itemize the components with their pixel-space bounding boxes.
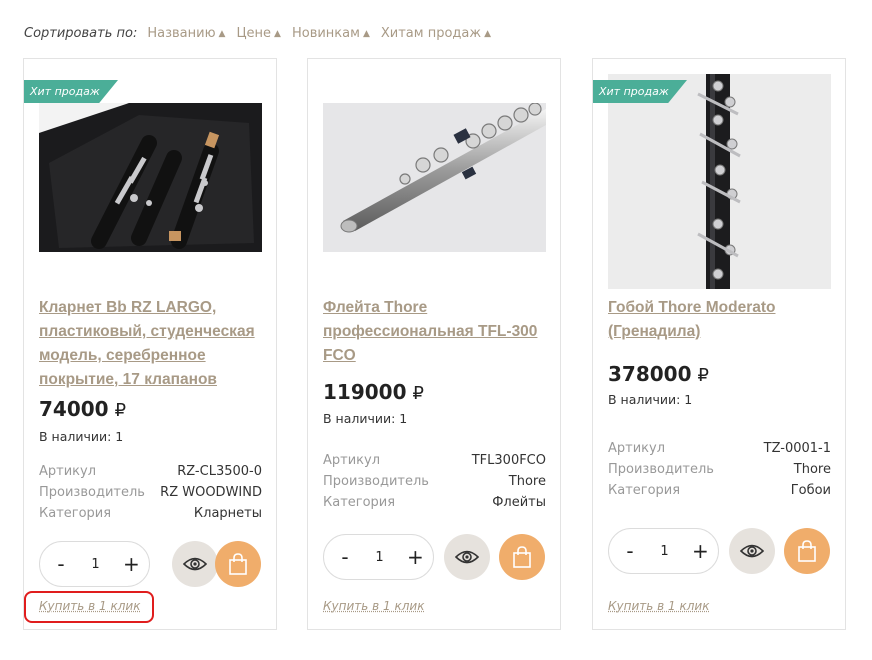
sort-arrow-icon: ▲ xyxy=(362,28,370,39)
prop-value: Thore xyxy=(793,462,831,477)
quantity-stepper: - + xyxy=(608,528,719,574)
prop-key: Артикул xyxy=(323,453,381,468)
prop-value: TFL300FCO xyxy=(471,453,546,468)
qty-minus-button[interactable]: - xyxy=(623,539,637,563)
prop-row-maker: Производитель Thore xyxy=(323,471,546,492)
product-image[interactable] xyxy=(39,103,262,252)
prop-value: RZ WOODWIND xyxy=(160,485,262,500)
sort-by-price[interactable]: Цене ▲ xyxy=(236,26,281,41)
prop-key: Артикул xyxy=(608,441,666,456)
sort-arrow-icon: ▲ xyxy=(218,28,226,39)
prop-value: RZ-CL3500-0 xyxy=(177,464,262,479)
prop-row-maker: Производитель Thore xyxy=(608,459,831,480)
prop-value: Кларнеты xyxy=(193,506,262,521)
prop-key: Категория xyxy=(323,495,396,510)
stock-status: В наличии: 1 xyxy=(608,392,693,407)
sort-by-price-label: Цене xyxy=(236,25,272,41)
product-image[interactable] xyxy=(608,74,831,289)
eye-icon xyxy=(740,544,764,558)
prop-row-sku: Артикул TFL300FCO xyxy=(323,450,546,471)
prop-row-category: Категория Флейты xyxy=(323,492,546,513)
product-card: Хит продаж Кларнет Bb RZ LARGO, пластико… xyxy=(23,58,277,630)
ruble-icon: ₽ xyxy=(697,365,709,386)
prop-value: Флейты xyxy=(492,495,546,510)
stock-status: В наличии: 1 xyxy=(323,411,408,426)
quick-view-button[interactable] xyxy=(729,528,775,574)
add-to-cart-button[interactable] xyxy=(499,534,545,580)
prop-key: Категория xyxy=(39,506,112,521)
buy-one-click-link[interactable]: Купить в 1 клик xyxy=(608,599,709,613)
sort-by-name-label: Названию xyxy=(147,25,216,41)
sort-label: Сортировать по: xyxy=(24,25,138,41)
sort-by-name[interactable]: Названию ▲ xyxy=(147,26,225,41)
product-card: Хит продаж Гобой Thore Moderato (Гренади… xyxy=(592,58,846,630)
sort-arrow-icon: ▲ xyxy=(484,28,491,39)
price-value: 119000 xyxy=(323,380,407,404)
qty-minus-button[interactable]: - xyxy=(338,545,352,569)
product-price: 378000 ₽ xyxy=(608,362,709,386)
prop-key: Производитель xyxy=(39,485,145,500)
product-title-link[interactable]: Кларнет Bb RZ LARGO, пластиковый, студен… xyxy=(39,296,267,392)
product-props: Артикул TZ-0001-1 Производитель Thore Кате… xyxy=(608,438,831,501)
qty-input[interactable] xyxy=(649,543,680,559)
add-to-cart-button[interactable] xyxy=(215,541,261,587)
ruble-icon: ₽ xyxy=(412,383,424,404)
shopping-bag-icon xyxy=(798,540,816,562)
prop-key: Производитель xyxy=(608,462,714,477)
quick-view-button[interactable] xyxy=(444,534,490,580)
price-value: 378000 xyxy=(608,362,692,386)
prop-key: Производитель xyxy=(323,474,429,489)
product-props: Артикул TFL300FCO Производитель Thore Кате… xyxy=(323,450,546,513)
qty-plus-button[interactable]: + xyxy=(407,545,424,569)
price-value: 74000 xyxy=(39,397,109,421)
sort-arrow-icon: ▲ xyxy=(274,28,281,39)
product-props: Артикул RZ-CL3500-0 Производитель RZ WOODW… xyxy=(39,461,262,524)
quick-view-button[interactable] xyxy=(172,541,218,587)
ruble-icon: ₽ xyxy=(114,400,127,421)
sort-bar: Сортировать по: Названию ▲ Цене ▲ Новинкам… xyxy=(24,23,502,43)
sort-by-hits[interactable]: Хитам продаж ▲ xyxy=(381,26,491,41)
product-title-link[interactable]: Флейта Thore профессиональная TFL-300 FC… xyxy=(323,296,551,368)
shopping-bag-icon xyxy=(513,546,531,568)
add-to-cart-button[interactable] xyxy=(784,528,830,574)
prop-value: Гобои xyxy=(790,483,831,498)
quantity-stepper: - + xyxy=(39,541,150,587)
product-card: Флейта Thore профессиональная TFL-300 FC… xyxy=(307,58,561,630)
prop-row-maker: Производитель RZ WOODWIND xyxy=(39,482,262,503)
product-price: 74000 ₽ xyxy=(39,397,126,421)
prop-row-category: Категория Гобои xyxy=(608,480,831,501)
hit-badge: Хит продаж xyxy=(24,80,118,103)
qty-plus-button[interactable]: + xyxy=(692,539,709,563)
qty-minus-button[interactable]: - xyxy=(54,552,68,576)
eye-icon xyxy=(455,550,479,564)
prop-row-sku: Артикул RZ-CL3500-0 xyxy=(39,461,262,482)
qty-plus-button[interactable]: + xyxy=(123,552,140,576)
prop-key: Артикул xyxy=(39,464,97,479)
prop-value: Thore xyxy=(508,474,546,489)
sort-by-hits-label: Хитам продаж xyxy=(380,25,482,41)
sort-by-new[interactable]: Новинкам ▲ xyxy=(292,26,370,41)
sort-by-new-label: Новинкам xyxy=(291,25,360,41)
product-price: 119000 ₽ xyxy=(323,380,424,404)
buy-one-click-link[interactable]: Купить в 1 клик xyxy=(323,599,424,613)
stock-status: В наличии: 1 xyxy=(39,429,124,444)
highlight-box xyxy=(24,591,154,623)
product-image[interactable] xyxy=(323,103,546,252)
eye-icon xyxy=(183,557,207,571)
prop-key: Категория xyxy=(608,483,681,498)
prop-row-sku: Артикул TZ-0001-1 xyxy=(608,438,831,459)
prop-value: TZ-0001-1 xyxy=(763,441,831,456)
qty-input[interactable] xyxy=(80,556,111,572)
shopping-bag-icon xyxy=(229,553,247,575)
qty-input[interactable] xyxy=(364,549,395,565)
quantity-stepper: - + xyxy=(323,534,434,580)
prop-row-category: Категория Кларнеты xyxy=(39,503,262,524)
product-title-link[interactable]: Гобой Thore Moderato (Гренадила) xyxy=(608,296,836,344)
